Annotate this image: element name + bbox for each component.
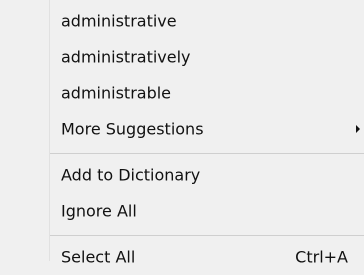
select-all-label: Select All xyxy=(61,247,136,267)
menu-separator xyxy=(50,235,364,236)
more-suggestions-label: More Suggestions xyxy=(61,119,204,139)
suggestion-administrable[interactable]: administrable xyxy=(0,75,364,111)
spellcheck-context-menu: administrative administratively administ… xyxy=(0,0,364,267)
suggestion-label: administrable xyxy=(61,83,172,103)
triangle-right-icon xyxy=(356,125,360,133)
ignore-all-label: Ignore All xyxy=(61,201,137,221)
suggestion-label: administrative xyxy=(61,11,177,31)
menu-separator xyxy=(50,153,364,154)
more-suggestions-menu-item[interactable]: More Suggestions xyxy=(0,111,364,147)
select-all-menu-item[interactable]: Select All Ctrl+A xyxy=(0,239,364,275)
suggestion-administrative[interactable]: administrative xyxy=(0,3,364,39)
add-to-dictionary-menu-item[interactable]: Add to Dictionary xyxy=(0,157,364,193)
add-to-dictionary-label: Add to Dictionary xyxy=(61,165,201,185)
suggestion-administratively[interactable]: administratively xyxy=(0,39,364,75)
suggestion-label: administratively xyxy=(61,47,191,67)
select-all-shortcut: Ctrl+A xyxy=(295,247,348,267)
ignore-all-menu-item[interactable]: Ignore All xyxy=(0,193,364,229)
